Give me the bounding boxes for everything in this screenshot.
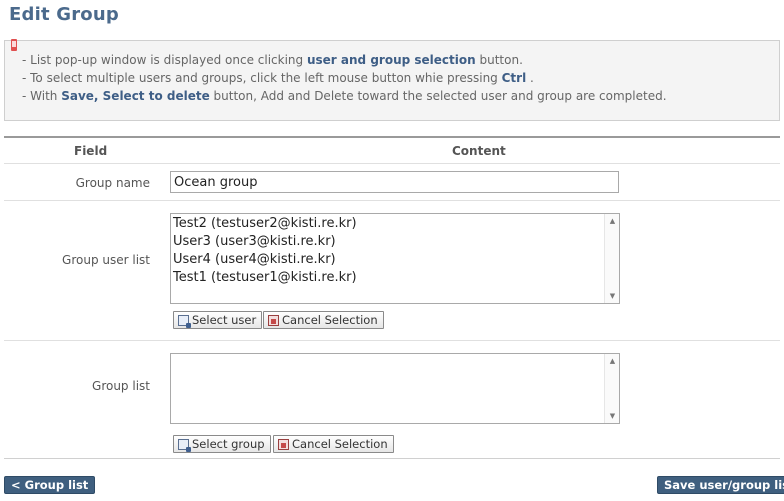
notice-line-2-bold: Ctrl: [501, 71, 527, 85]
scroll-up-arrow-icon[interactable]: ▲: [605, 354, 620, 368]
group-name-label: Group name: [75, 176, 150, 190]
notice-box: - List pop-up window is displayed once c…: [4, 39, 780, 121]
save-user-group-list-button[interactable]: Save user/group list: [657, 476, 784, 494]
notice-line-3-pre: - With: [22, 89, 62, 103]
group-user-list-row: Group user list Test2 (testuser2@kisti.r…: [4, 201, 780, 341]
bookmark-icon: [11, 39, 17, 51]
cancel-user-selection-label: Cancel Selection: [282, 313, 378, 327]
list-item[interactable]: Test2 (testuser2@kisti.re.kr): [173, 215, 603, 233]
trash-icon: [278, 438, 289, 450]
header-field: Field: [74, 144, 108, 158]
notice-line-3: - With Save, Select to delete button, Ad…: [22, 89, 667, 103]
notice-line-1: - List pop-up window is displayed once c…: [22, 53, 523, 67]
group-user-list-label: Group user list: [62, 253, 150, 267]
page-title: Edit Group: [9, 4, 119, 25]
cancel-user-selection-button[interactable]: Cancel Selection: [263, 311, 384, 329]
list-item[interactable]: User3 (user3@kisti.re.kr): [173, 233, 603, 251]
select-user-button[interactable]: Select user: [173, 311, 263, 329]
notice-line-1-pre: - List pop-up window is displayed once c…: [22, 53, 307, 67]
trash-icon: [268, 314, 279, 326]
group-name-row: Group name: [4, 164, 780, 201]
select-group-button-label: Select group: [192, 437, 265, 451]
list-item[interactable]: User4 (user4@kisti.re.kr): [173, 251, 603, 269]
select-list-icon: [178, 314, 191, 328]
cancel-group-selection-button[interactable]: Cancel Selection: [273, 435, 394, 453]
edit-group-form: Field Content Group name Group user list…: [4, 136, 780, 459]
header-content: Content: [452, 144, 506, 158]
group-user-listbox[interactable]: Test2 (testuser2@kisti.re.kr) User3 (user…: [170, 213, 620, 304]
notice-line-2-pre: - To select multiple users and groups, c…: [22, 71, 502, 85]
notice-line-1-bold: user and group selection: [306, 53, 476, 67]
group-user-items: Test2 (testuser2@kisti.re.kr) User3 (user…: [173, 215, 603, 287]
group-list-row: Group list ▲ ▼ Select group Cancel Selec…: [4, 341, 780, 459]
notice-line-1-post: button.: [475, 53, 523, 67]
group-name-input[interactable]: [170, 171, 619, 193]
scroll-down-arrow-icon[interactable]: ▼: [605, 289, 620, 303]
list-item[interactable]: Test1 (testuser1@kisti.re.kr): [173, 269, 603, 287]
scroll-up-arrow-icon[interactable]: ▲: [605, 214, 620, 228]
notice-line-2-post: .: [526, 71, 534, 85]
notice-line-3-bold: Save, Select to delete: [61, 89, 210, 103]
select-user-button-label: Select user: [192, 313, 257, 327]
table-header-row: Field Content: [4, 138, 780, 164]
group-list-label: Group list: [92, 379, 150, 393]
group-list-back-button[interactable]: < Group list: [4, 476, 96, 494]
group-listbox[interactable]: ▲ ▼: [170, 353, 620, 424]
notice-line-2: - To select multiple users and groups, c…: [22, 71, 534, 85]
notice-line-3-post: button, Add and Delete toward the select…: [209, 89, 667, 103]
scroll-down-arrow-icon[interactable]: ▼: [605, 409, 620, 423]
listbox-scrollbar[interactable]: ▲ ▼: [604, 354, 619, 423]
cancel-group-selection-label: Cancel Selection: [292, 437, 388, 451]
select-group-button[interactable]: Select group: [173, 435, 271, 453]
listbox-scrollbar[interactable]: ▲ ▼: [604, 214, 619, 303]
select-list-icon: [178, 438, 191, 452]
